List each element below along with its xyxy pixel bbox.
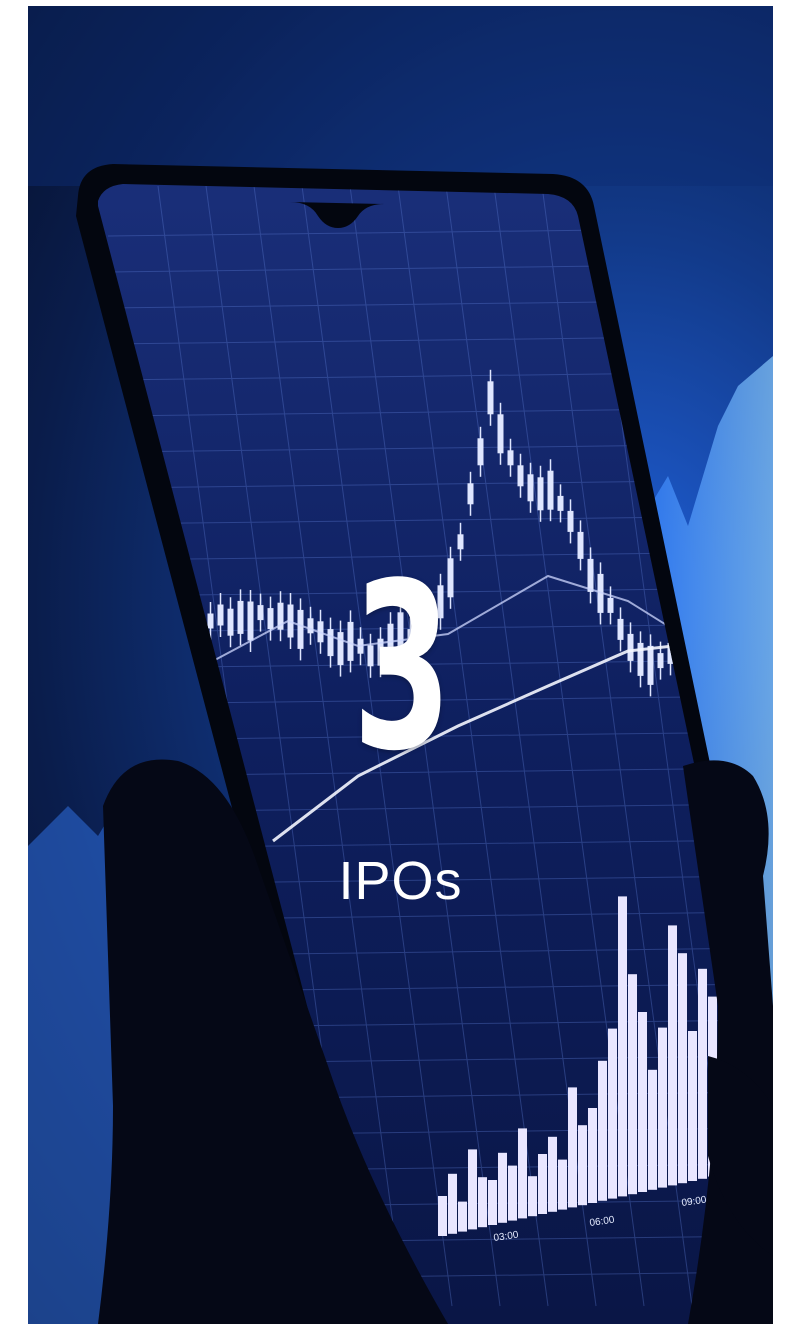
screen-volume-bar	[468, 1149, 477, 1230]
screen-volume-bar	[688, 1031, 697, 1181]
screen-volume-bar	[578, 1125, 587, 1206]
screen-volume-bar	[548, 1136, 557, 1212]
screen-volume-bar	[518, 1128, 527, 1219]
screen-volume-bar	[438, 1196, 447, 1236]
screen-volume-bar	[658, 1027, 667, 1188]
screen-volume-bar	[488, 1180, 497, 1225]
screen-volume-bar	[648, 1069, 657, 1190]
screen-volume-bar	[668, 925, 677, 1186]
screen-volume-bar	[698, 968, 707, 1179]
screen-volume-bar	[628, 974, 637, 1195]
screen-volume-bar	[638, 1012, 647, 1192]
screen-volume-bar	[558, 1159, 567, 1210]
screen-volume-bar	[498, 1152, 507, 1223]
screen-volume-bar	[448, 1173, 457, 1234]
screen-volume-bar	[678, 953, 687, 1184]
screen-volume-bar	[528, 1176, 537, 1217]
screen-volume-bar	[568, 1087, 577, 1208]
ipo-count: 3	[352, 535, 452, 802]
screen-volume-bar	[538, 1154, 547, 1214]
screen-volume-bar	[478, 1177, 487, 1228]
screen-volume-bar	[508, 1165, 517, 1221]
hero-image-card: 03:00 06:00 09:00 3 IPOs	[28, 6, 773, 1324]
screen-volume-bar	[598, 1060, 607, 1201]
screen-volume-bar	[608, 1028, 617, 1199]
ipo-label: IPOs	[338, 851, 463, 911]
screen-volume-bar	[588, 1108, 597, 1203]
screen-volume-bar	[618, 896, 627, 1197]
screen-volume-bar	[458, 1201, 467, 1232]
